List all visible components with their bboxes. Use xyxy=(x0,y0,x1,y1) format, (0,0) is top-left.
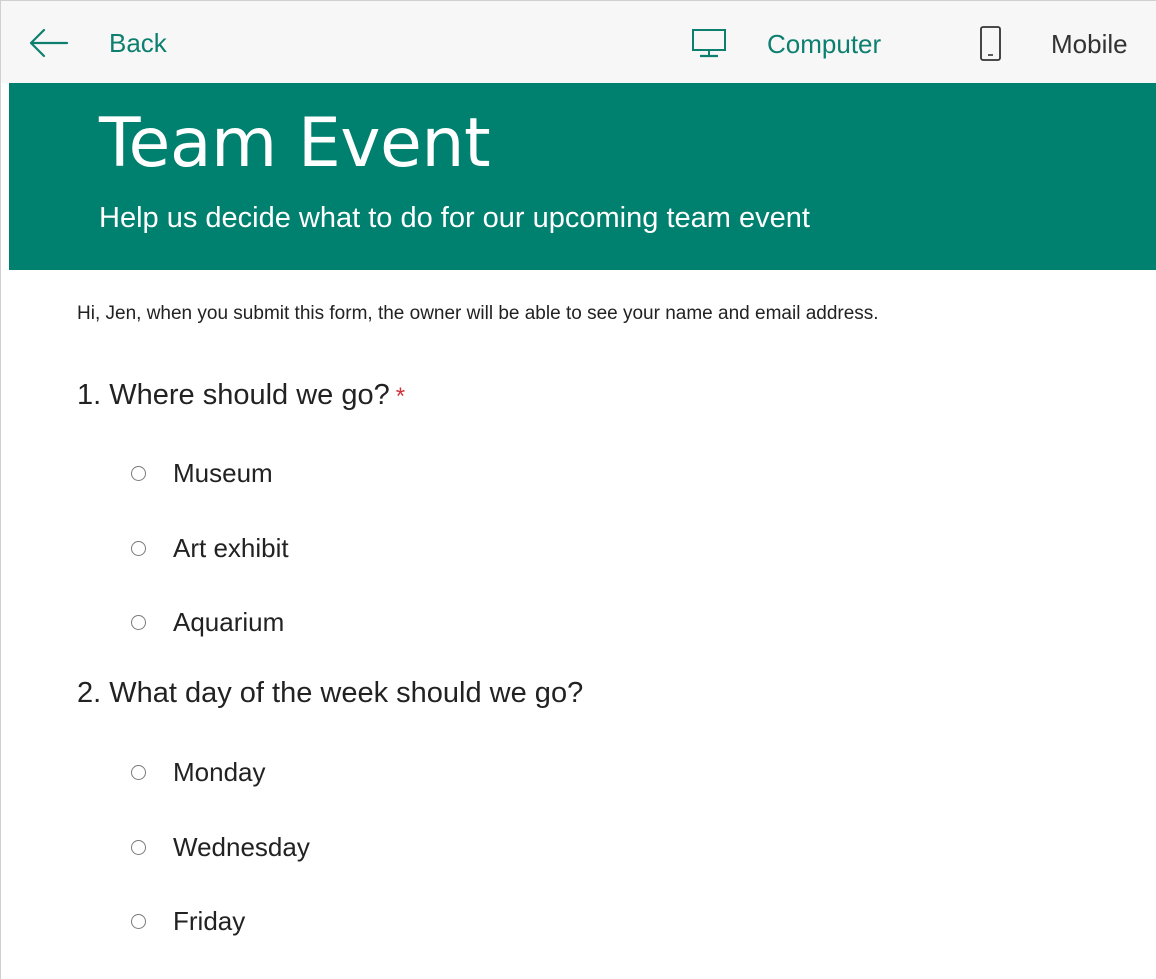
question-2-title: 2. What day of the week should we go? xyxy=(77,677,583,710)
form-preview-window: Back Computer Mobile Team Event Help us … xyxy=(0,0,1156,979)
question-1-label: 1. Where should we go? xyxy=(77,379,390,411)
option-art-exhibit[interactable]: Art exhibit xyxy=(131,531,289,565)
radio-button[interactable] xyxy=(131,839,146,855)
option-aquarium[interactable]: Aquarium xyxy=(131,605,284,639)
option-monday[interactable]: Monday xyxy=(131,755,266,789)
arrow-left-icon xyxy=(29,28,69,58)
option-label: Aquarium xyxy=(173,606,285,637)
question-1-title: 1. Where should we go? * xyxy=(77,379,405,412)
option-label: Art exhibit xyxy=(173,532,289,563)
radio-button[interactable] xyxy=(131,764,146,780)
form-subtitle: Help us decide what to do for our upcomi… xyxy=(99,202,810,234)
option-wednesday[interactable]: Wednesday xyxy=(131,830,310,864)
option-label: Monday xyxy=(173,756,266,787)
option-label: Wednesday xyxy=(173,831,310,862)
radio-button[interactable] xyxy=(131,614,146,630)
radio-button[interactable] xyxy=(131,913,146,929)
form-header-banner: Team Event Help us decide what to do for… xyxy=(9,83,1156,270)
back-button[interactable]: Back xyxy=(27,23,167,63)
radio-button[interactable] xyxy=(131,540,146,556)
preview-toolbar: Back Computer Mobile xyxy=(1,1,1156,83)
form-title: Team Event xyxy=(99,104,491,183)
option-museum[interactable]: Museum xyxy=(131,456,273,490)
question-2-label: 2. What day of the week should we go? xyxy=(77,677,584,709)
required-indicator: * xyxy=(395,383,406,410)
option-label: Museum xyxy=(173,457,273,488)
privacy-notice: Hi, Jen, when you submit this form, the … xyxy=(77,303,879,324)
option-label: Friday xyxy=(173,905,246,936)
radio-button[interactable] xyxy=(131,465,146,481)
mobile-view-label: Mobile xyxy=(1051,28,1128,59)
mobile-view-button[interactable]: Mobile xyxy=(977,21,1128,67)
computer-view-button[interactable]: Computer xyxy=(689,21,881,67)
back-label: Back xyxy=(109,27,167,58)
monitor-icon xyxy=(692,29,726,58)
computer-view-label: Computer xyxy=(767,28,882,59)
option-friday[interactable]: Friday xyxy=(131,904,245,938)
phone-icon xyxy=(980,26,1001,61)
